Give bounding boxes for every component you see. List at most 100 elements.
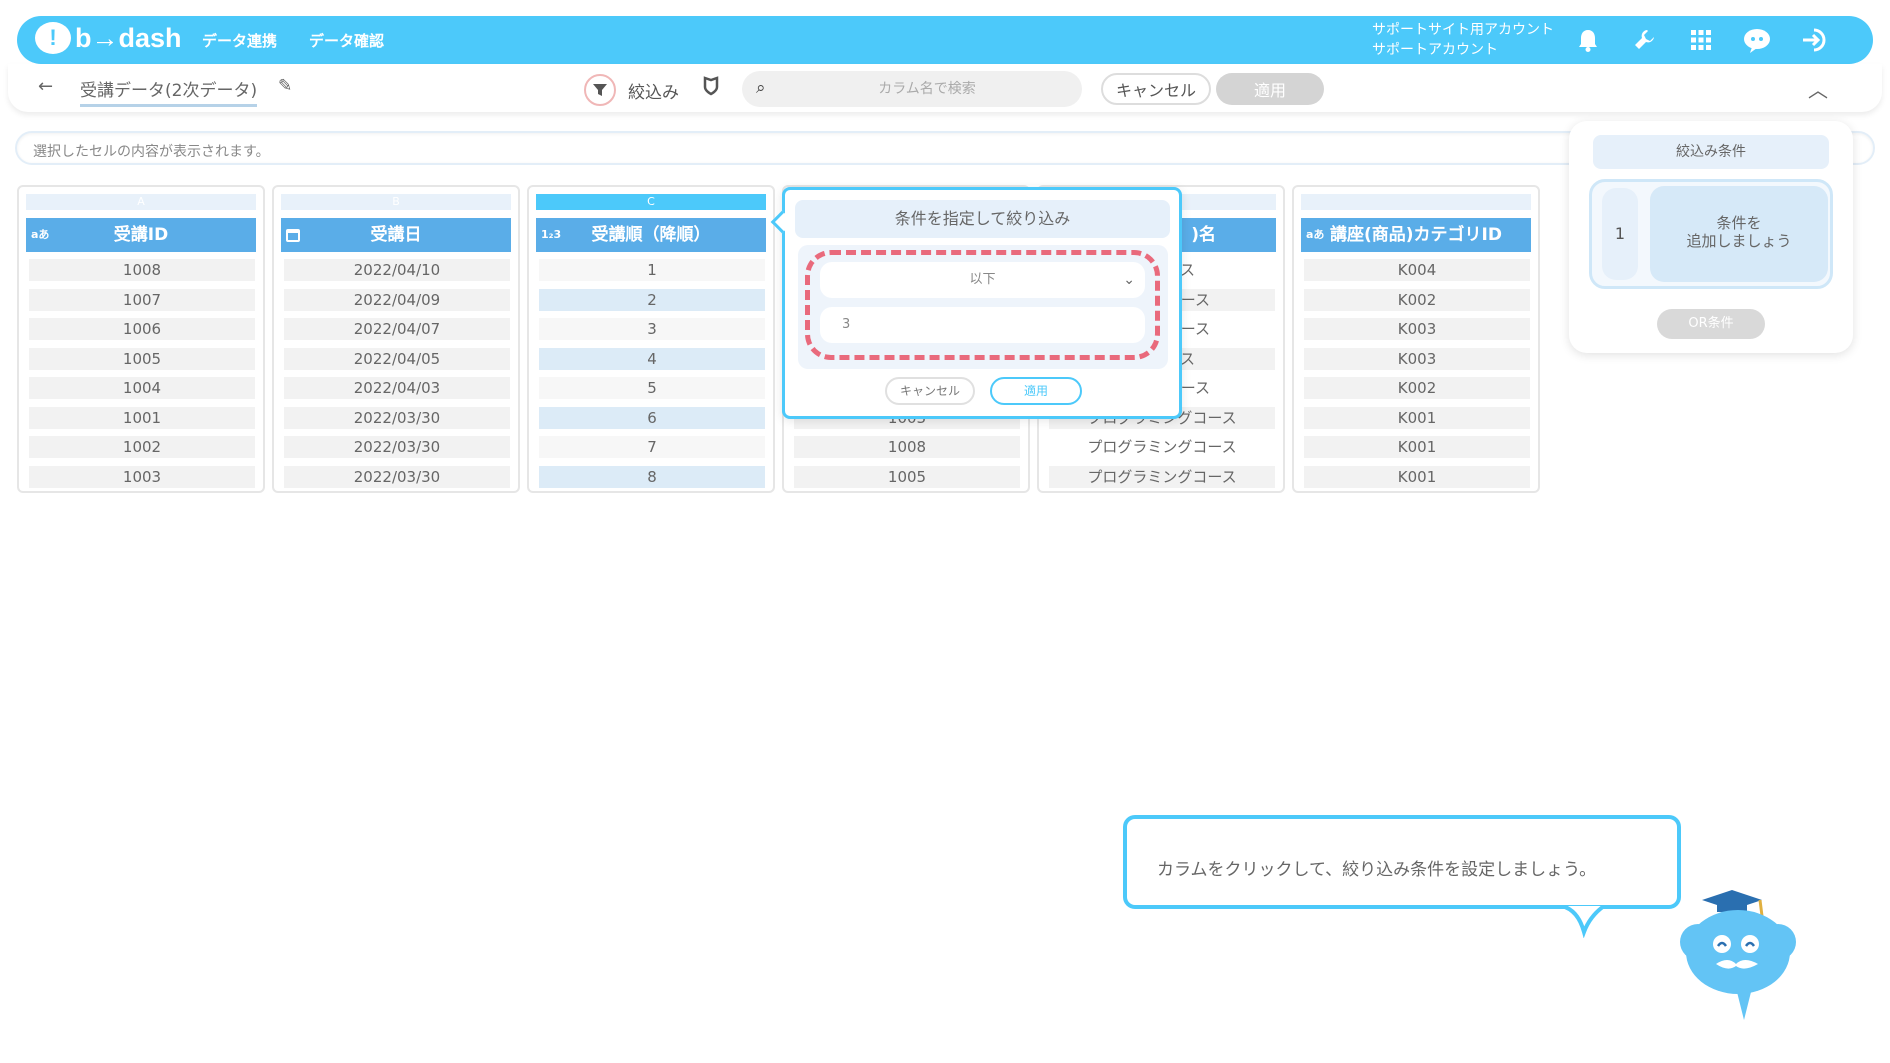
table-cell[interactable]: 1001	[29, 407, 255, 429]
filter-funnel-icon[interactable]	[584, 74, 616, 106]
column-header[interactable]: aあ 講座(商品)カテゴリID	[1301, 218, 1531, 252]
table-cell[interactable]: K003	[1304, 318, 1530, 340]
table-cell[interactable]: 1005	[794, 466, 1020, 488]
nav-data-check[interactable]: データ確認	[309, 30, 384, 51]
back-arrow-icon[interactable]: ←	[38, 76, 53, 97]
logo-text: b→dash	[75, 22, 182, 53]
table-cell[interactable]: 2022/03/30	[284, 466, 510, 488]
column-letter: C	[536, 194, 766, 210]
column-header[interactable]: 受講日	[281, 218, 511, 252]
filter-condition-popup: 条件を指定して絞り込み 以下 ⌄ 3 キャンセル 適用	[770, 187, 1182, 419]
table-cell[interactable]: プログラミングコース	[1049, 436, 1275, 458]
table-cell[interactable]: 2	[539, 289, 765, 311]
apps-grid-icon[interactable]	[1685, 24, 1717, 56]
cancel-button[interactable]: キャンセル	[1101, 73, 1211, 105]
tip-bubble: カラムをクリックして、絞り込み条件を設定しましょう。	[1123, 815, 1681, 909]
table-cell[interactable]: 4	[539, 348, 765, 370]
logo-bubble-icon: !	[35, 22, 71, 54]
filter-label[interactable]: 絞込み	[628, 78, 679, 103]
table-cell[interactable]: 1	[539, 259, 765, 281]
logo[interactable]: ! b→dash	[35, 22, 182, 54]
dataset-name[interactable]: 受講データ(2次データ)	[80, 76, 258, 107]
apply-button[interactable]: 適用	[1216, 73, 1324, 105]
account-info[interactable]: サポートサイト用アカウント サポートアカウント	[1372, 20, 1554, 60]
table-cell[interactable]: 1007	[29, 289, 255, 311]
add-condition-line2: 追加しましょう	[1686, 232, 1792, 250]
table-cell[interactable]: 1002	[29, 436, 255, 458]
filter-conditions-panel: 絞込み条件 1 条件を 追加しましょう OR条件	[1569, 121, 1853, 353]
table-cell[interactable]: K002	[1304, 289, 1530, 311]
shield-icon[interactable]	[703, 76, 719, 101]
column-header[interactable]: 1₂3 受講順（降順）	[536, 218, 766, 252]
column-f[interactable]: aあ 講座(商品)カテゴリID K004 K002 K003 K003 K002…	[1292, 185, 1540, 493]
table-cell[interactable]: K003	[1304, 348, 1530, 370]
table-cell[interactable]: 2022/04/05	[284, 348, 510, 370]
table-cell[interactable]: K001	[1304, 466, 1530, 488]
cell-content-placeholder: 選択したセルの内容が表示されます。	[33, 144, 270, 160]
text-type-icon: aあ	[31, 228, 50, 241]
table-cell[interactable]: 2022/04/03	[284, 377, 510, 399]
popup-apply-button[interactable]: 適用	[990, 377, 1082, 405]
table-cell[interactable]: 1008	[794, 436, 1020, 458]
operator-value: 以下	[969, 272, 996, 287]
table-cell[interactable]: 7	[539, 436, 765, 458]
column-name: 受講ID	[113, 225, 169, 245]
operator-select[interactable]: 以下 ⌄	[820, 262, 1145, 298]
search-icon: ⌕	[756, 78, 766, 98]
table-cell[interactable]: 1008	[29, 259, 255, 281]
column-search-input[interactable]	[782, 71, 1072, 107]
column-c[interactable]: C 1₂3 受講順（降順） 1 2 3 4 5 6 7 8	[527, 185, 775, 493]
table-cell[interactable]: プログラミングコース	[1049, 466, 1275, 488]
table-cell[interactable]: 1004	[29, 377, 255, 399]
table-cell[interactable]: 1003	[29, 466, 255, 488]
chevron-down-icon: ⌄	[1123, 272, 1135, 288]
or-condition-button[interactable]: OR条件	[1657, 309, 1765, 339]
panel-title: 絞込み条件	[1593, 135, 1829, 169]
add-condition-button[interactable]: 条件を 追加しましょう	[1650, 186, 1828, 282]
condition-group: 1 条件を 追加しましょう	[1589, 179, 1833, 289]
condition-number: 1	[1602, 188, 1638, 280]
table-cell[interactable]: 2022/03/30	[284, 407, 510, 429]
column-a[interactable]: A aあ 受講ID 1008 1007 1006 1005 1004 1001 …	[17, 185, 265, 493]
table-cell[interactable]: K004	[1304, 259, 1530, 281]
table-cell[interactable]: 8	[539, 466, 765, 488]
nav-data-integration[interactable]: データ連携	[202, 30, 277, 51]
table-cell[interactable]: 2022/03/30	[284, 436, 510, 458]
wrench-icon[interactable]	[1629, 24, 1661, 56]
column-letter: A	[26, 194, 256, 210]
table-cell[interactable]: K002	[1304, 377, 1530, 399]
text-type-icon: aあ	[1306, 228, 1325, 241]
app-header: ! b→dash データ連携 データ確認 サポートサイト用アカウント サポートア…	[17, 16, 1873, 64]
account-line2: サポートアカウント	[1372, 42, 1498, 58]
calendar-icon	[286, 218, 300, 256]
popup-cancel-button[interactable]: キャンセル	[885, 377, 975, 405]
tip-text: カラムをクリックして、絞り込み条件を設定しましょう。	[1157, 860, 1597, 880]
bell-icon[interactable]	[1572, 24, 1604, 56]
table-cell[interactable]: 2022/04/09	[284, 289, 510, 311]
table-cell[interactable]: K001	[1304, 407, 1530, 429]
account-line1: サポートサイト用アカウント	[1372, 22, 1554, 38]
table-cell[interactable]: 1005	[29, 348, 255, 370]
column-b[interactable]: B 受講日 2022/04/10 2022/04/09 2022/04/07 2…	[272, 185, 520, 493]
table-cell[interactable]: 2022/04/10	[284, 259, 510, 281]
logout-icon[interactable]	[1798, 24, 1830, 56]
column-header[interactable]: aあ 受講ID	[26, 218, 256, 252]
column-name: )名	[1191, 225, 1216, 245]
table-cell[interactable]: K001	[1304, 436, 1530, 458]
condition-value-input[interactable]: 3	[820, 307, 1145, 343]
table-cell[interactable]: 2022/04/07	[284, 318, 510, 340]
table-cell[interactable]: 3	[539, 318, 765, 340]
column-letter-bar	[1301, 194, 1531, 210]
mascot-character-icon	[1680, 890, 1796, 1020]
table-cell[interactable]: 6	[539, 407, 765, 429]
table-cell[interactable]: 5	[539, 377, 765, 399]
edit-pencil-icon[interactable]: ✎	[278, 76, 292, 96]
column-search: ⌕	[742, 71, 1082, 107]
column-name: 受講順（降順）	[591, 225, 711, 245]
chevron-up-icon[interactable]: ︿	[1808, 74, 1828, 103]
chat-bot-icon[interactable]	[1741, 24, 1773, 56]
column-name: 受講日	[370, 225, 422, 245]
screen: ! b→dash データ連携 データ確認 サポートサイト用アカウント サポートア…	[0, 0, 1890, 1063]
table-cell[interactable]: 1006	[29, 318, 255, 340]
column-letter: B	[281, 194, 511, 210]
